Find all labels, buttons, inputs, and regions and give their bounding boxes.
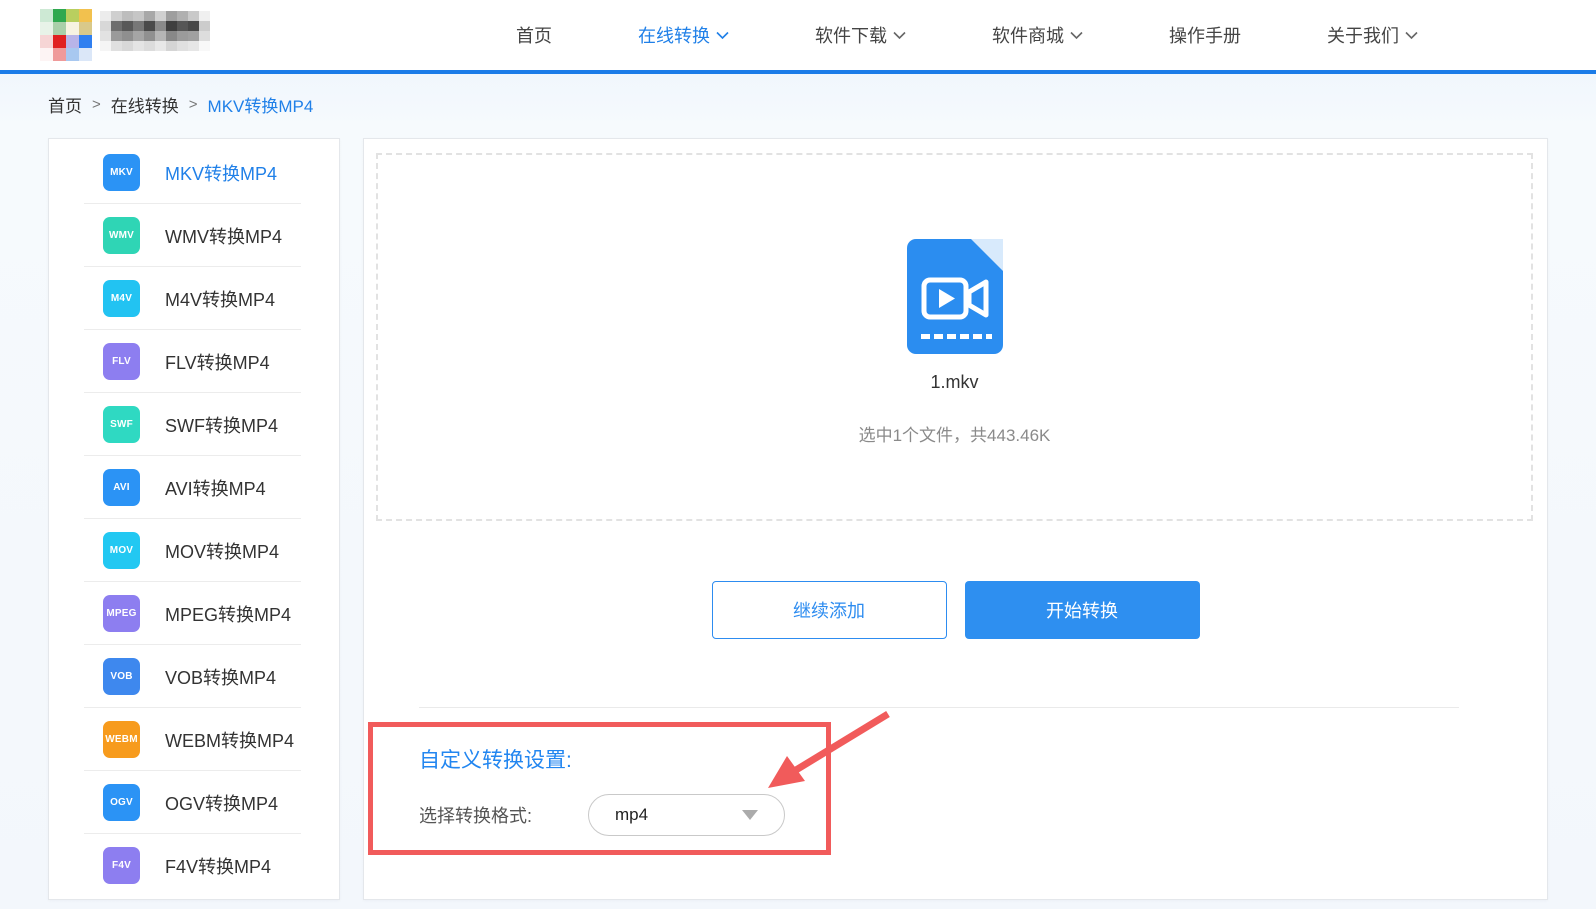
nav-item-online-convert[interactable]: 在线转换 <box>638 22 729 48</box>
vob-format-icon: VOB <box>103 658 140 695</box>
selection-summary: 选中1个文件，共443.46K <box>858 426 1051 445</box>
breadcrumb-home[interactable]: 首页 <box>48 92 82 117</box>
breadcrumb-separator: > <box>188 95 198 113</box>
sidebar-item-wmv[interactable]: WMV WMV转换MP4 <box>49 204 339 267</box>
nav-item-about[interactable]: 关于我们 <box>1327 22 1418 48</box>
nav-label: 软件下载 <box>815 26 887 46</box>
avi-format-icon: AVI <box>103 469 140 506</box>
mpeg-format-icon: MPEG <box>103 595 140 632</box>
nav-item-manual[interactable]: 操作手册 <box>1169 22 1241 48</box>
sidebar-item-label: SWF转换MP4 <box>165 415 279 436</box>
swf-format-icon: SWF <box>103 406 140 443</box>
sidebar-item-mov[interactable]: MOV MOV转换MP4 <box>49 519 339 582</box>
mov-format-icon: MOV <box>103 532 140 569</box>
wmv-format-icon: WMV <box>103 217 140 254</box>
sidebar-item-label: AVI转换MP4 <box>165 478 266 499</box>
flv-format-icon: FLV <box>103 343 140 380</box>
nav-item-home[interactable]: 首页 <box>516 22 552 48</box>
nav-label: 操作手册 <box>1169 26 1241 46</box>
sidebar-item-mpeg[interactable]: MPEG MPEG转换MP4 <box>49 582 339 645</box>
format-sidebar: MKV MKV转换MP4 WMV WMV转换MP4 M4V M4V转换MP4 F… <box>48 138 340 900</box>
breadcrumb-current-page: MKV转换MP4 <box>207 96 314 116</box>
sidebar-item-webm[interactable]: WEBM WEBM转换MP4 <box>49 708 339 771</box>
nav-label: 在线转换 <box>638 26 710 46</box>
top-navbar: 首页 在线转换 软件下载 软件商城 操作手册 关于我们 <box>0 0 1596 74</box>
start-convert-button[interactable]: 开始转换 <box>964 581 1200 639</box>
sidebar-item-vob[interactable]: VOB VOB转换MP4 <box>49 645 339 708</box>
nav-item-software-store[interactable]: 软件商城 <box>992 22 1083 48</box>
breadcrumb-separator: > <box>92 95 101 113</box>
sidebar-item-label: MOV转换MP4 <box>165 541 280 562</box>
sidebar-item-label: FLV转换MP4 <box>165 352 270 373</box>
sidebar-item-avi[interactable]: AVI AVI转换MP4 <box>49 456 339 519</box>
ogv-format-icon: OGV <box>103 784 140 821</box>
nav-item-software-download[interactable]: 软件下载 <box>815 22 906 48</box>
sidebar-item-label: MKV转换MP4 <box>165 163 278 184</box>
page: { "header": { "nav": [ {"label": "首页"}, … <box>0 0 1596 909</box>
breadcrumb: 首页 > 在线转换 > MKV转换MP4 <box>48 78 313 130</box>
chevron-down-icon <box>893 31 906 39</box>
sidebar-item-label: M4V转换MP4 <box>165 289 276 310</box>
sidebar-item-label: F4V转换MP4 <box>165 856 272 877</box>
nav-label: 首页 <box>516 26 552 46</box>
selected-format-value: mp4 <box>615 805 649 824</box>
nav-label: 软件商城 <box>992 26 1064 46</box>
add-more-button[interactable]: 继续添加 <box>711 581 947 639</box>
sidebar-item-label: WMV转换MP4 <box>165 226 282 247</box>
sidebar-item-ogv[interactable]: OGV OGV转换MP4 <box>49 771 339 834</box>
sidebar-item-m4v[interactable]: M4V M4V转换MP4 <box>49 267 339 330</box>
logo-pixel-mark <box>40 9 92 61</box>
sidebar-item-label: OGV转换MP4 <box>165 793 279 814</box>
custom-settings-title: 自定义转换设置: <box>419 749 572 772</box>
sidebar-item-f4v[interactable]: F4V F4V转换MP4 <box>49 834 339 897</box>
chevron-down-icon <box>1070 31 1083 39</box>
converter-panel: 1.mkv 选中1个文件，共443.46K 继续添加 开始转换 自定义转换设置:… <box>363 138 1548 900</box>
mkv-format-icon: MKV <box>103 154 140 191</box>
nav-label: 关于我们 <box>1327 26 1399 46</box>
breadcrumb-online-convert[interactable]: 在线转换 <box>111 92 179 117</box>
action-buttons: 继续添加 开始转换 <box>364 581 1547 639</box>
sidebar-item-label: MPEG转换MP4 <box>165 604 292 625</box>
sidebar-item-label: WEBM转换MP4 <box>165 730 295 751</box>
sidebar-item-label: VOB转换MP4 <box>165 667 277 688</box>
output-format-select[interactable]: mp4 <box>588 794 786 836</box>
dropdown-caret-icon <box>742 810 759 820</box>
main-nav: 首页 在线转换 软件下载 软件商城 操作手册 关于我们 <box>516 22 1596 48</box>
webm-format-icon: WEBM <box>103 721 140 758</box>
section-divider <box>419 707 1459 708</box>
sidebar-item-mkv[interactable]: MKV MKV转换MP4 <box>49 141 339 204</box>
sidebar-item-flv[interactable]: FLV FLV转换MP4 <box>49 330 339 393</box>
sidebar-item-swf[interactable]: SWF SWF转换MP4 <box>49 393 339 456</box>
format-select-label: 选择转换格式: <box>419 806 533 826</box>
site-logo[interactable] <box>40 9 210 61</box>
file-name: 1.mkv <box>930 372 979 392</box>
f4v-format-icon: F4V <box>103 847 140 884</box>
m4v-format-icon: M4V <box>103 280 140 317</box>
video-file-icon <box>906 239 1003 354</box>
file-dropzone[interactable]: 1.mkv 选中1个文件，共443.46K <box>376 153 1533 521</box>
format-setting-row: 选择转换格式: mp4 <box>419 794 786 836</box>
logo-pixel-wordmark <box>100 11 210 51</box>
chevron-down-icon <box>716 31 729 39</box>
chevron-down-icon <box>1405 31 1418 39</box>
